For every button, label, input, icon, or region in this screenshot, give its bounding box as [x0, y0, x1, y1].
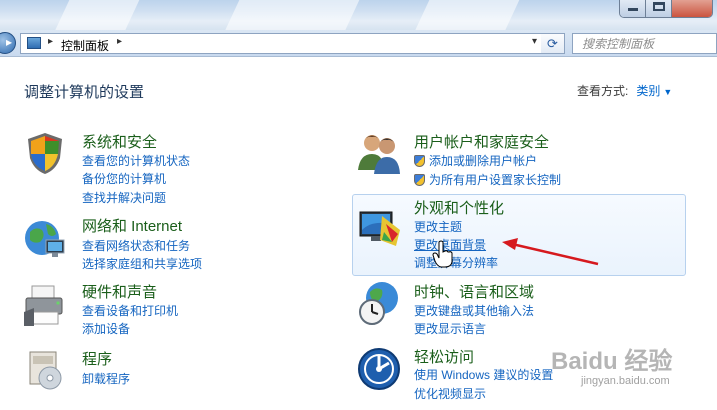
glass-reflection — [46, 0, 144, 30]
category-programs-title[interactable]: 程序 — [82, 348, 112, 369]
close-button[interactable] — [672, 0, 712, 17]
link-adjust-resolution[interactable]: 调整屏幕分辨率 — [414, 254, 498, 271]
link-view-network-status[interactable]: 查看网络状态和任务 — [82, 237, 190, 254]
glass-reflection — [406, 0, 524, 30]
system-security-shield-icon[interactable] — [22, 130, 68, 176]
back-button[interactable] — [0, 32, 16, 54]
view-by-label: 查看方式: — [577, 84, 629, 98]
ease-of-access-icon[interactable] — [356, 346, 402, 392]
watermark-logo: Baidu 经验 — [551, 348, 673, 375]
uac-shield-icon — [414, 155, 425, 167]
category-hardware-sound-title[interactable]: 硬件和声音 — [82, 281, 157, 302]
link-recommended-settings[interactable]: 使用 Windows 建议的设置 — [414, 366, 553, 383]
link-devices-printers[interactable]: 查看设备和打印机 — [82, 302, 178, 319]
link-add-remove-users[interactable]: 添加或删除用户帐户 — [414, 152, 537, 169]
category-ease-of-access-title[interactable]: 轻松访问 — [414, 346, 474, 367]
window-controls — [619, 0, 713, 18]
watermark-url: jingyan.baidu.com — [581, 375, 670, 387]
minimize-button[interactable] — [620, 0, 646, 17]
page-title: 调整计算机的设置 — [24, 84, 145, 101]
link-backup-computer[interactable]: 备份您的计算机 — [82, 170, 166, 187]
link-add-device[interactable]: 添加设备 — [82, 320, 130, 337]
link-change-keyboard[interactable]: 更改键盘或其他输入法 — [414, 302, 534, 319]
link-uninstall-program[interactable]: 卸载程序 — [82, 370, 130, 387]
appearance-personalization-icon[interactable] — [356, 202, 402, 248]
hand-cursor-icon — [432, 240, 453, 268]
category-appearance-title[interactable]: 外观和个性化 — [414, 197, 504, 218]
printer-icon[interactable] — [22, 282, 68, 328]
breadcrumb-separator-icon[interactable]: ▸ — [48, 36, 53, 47]
user-accounts-icon[interactable] — [356, 130, 402, 176]
chevron-down-icon[interactable]: ▼ — [663, 87, 672, 97]
network-globe-icon[interactable] — [22, 216, 68, 262]
link-homegroup-sharing[interactable]: 选择家庭组和共享选项 — [82, 255, 202, 272]
address-dropdown-icon[interactable]: ▾ — [532, 36, 537, 47]
search-input[interactable] — [573, 34, 693, 53]
programs-icon[interactable] — [22, 346, 68, 392]
view-by-dropdown[interactable]: 类别 — [636, 84, 660, 98]
control-panel-icon — [27, 37, 41, 49]
glass-reflection — [216, 0, 364, 30]
uac-shield-icon — [414, 174, 425, 186]
breadcrumb-control-panel[interactable]: 控制面板 — [61, 37, 109, 54]
search-box[interactable] — [572, 33, 717, 54]
maximize-button[interactable] — [646, 0, 672, 17]
category-user-accounts-title[interactable]: 用户帐户和家庭安全 — [414, 131, 549, 152]
category-system-security-title[interactable]: 系统和安全 — [82, 131, 157, 152]
clock-language-region-icon[interactable] — [356, 280, 402, 326]
link-parental-controls[interactable]: 为所有用户设置家长控制 — [414, 171, 561, 188]
link-parental-controls-label: 为所有用户设置家长控制 — [429, 173, 562, 187]
category-network-internet-title[interactable]: 网络和 Internet — [82, 215, 182, 236]
link-add-remove-users-label: 添加或删除用户帐户 — [429, 154, 538, 168]
maximize-icon — [653, 2, 665, 11]
navigation-bar: ▸ 控制面板 ▸ ▾ ⟳ — [0, 30, 717, 56]
link-change-display-language[interactable]: 更改显示语言 — [414, 320, 486, 337]
link-view-computer-status[interactable]: 查看您的计算机状态 — [82, 152, 190, 169]
breadcrumb-separator-icon[interactable]: ▸ — [117, 36, 122, 47]
view-by-control: 查看方式: 类别 ▼ — [577, 82, 672, 99]
divider — [0, 56, 717, 57]
refresh-icon: ⟳ — [547, 36, 558, 51]
link-change-theme[interactable]: 更改主题 — [414, 218, 462, 235]
category-clock-language-title[interactable]: 时钟、语言和区域 — [414, 281, 534, 302]
window-title-bar — [0, 0, 717, 30]
refresh-button[interactable]: ⟳ — [541, 33, 565, 54]
annotation-arrow-icon — [502, 238, 599, 266]
link-troubleshoot[interactable]: 查找并解决问题 — [82, 189, 166, 206]
link-optimize-display[interactable]: 优化视频显示 — [414, 385, 486, 402]
minimize-icon — [628, 8, 638, 11]
address-bar[interactable]: ▸ 控制面板 ▸ ▾ — [20, 33, 542, 54]
